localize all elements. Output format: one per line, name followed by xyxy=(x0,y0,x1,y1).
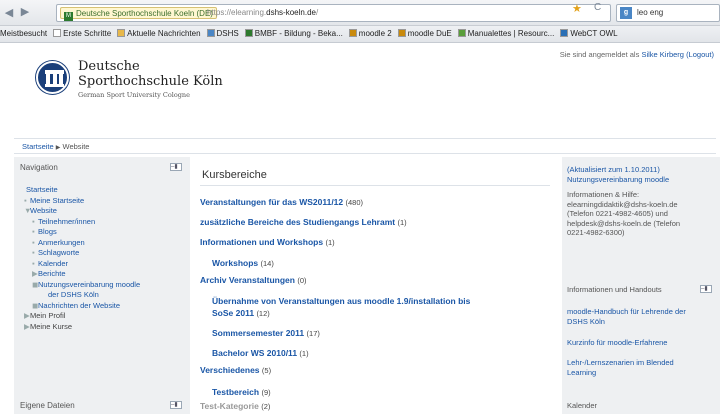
nav-item-anmerkungen[interactable]: ▪ Anmerkungen xyxy=(20,238,188,249)
nav-item-nachrichten-der-website[interactable]: ◼Nachrichten der Website xyxy=(20,301,188,312)
category-link[interactable]: Testbereich (9) xyxy=(212,387,271,397)
bookmark-moodle2[interactable]: moodle 2 xyxy=(348,26,392,42)
site-name: Deutsche Sporthochschule Köln xyxy=(78,59,223,89)
bookmark-icon xyxy=(560,29,569,37)
search-engine-icon[interactable]: g xyxy=(620,7,632,19)
address-bar[interactable]: M Deutsche Sporthochschule Koeln (DE) htt… xyxy=(56,4,611,22)
navigation-dock-button[interactable]: –▮ xyxy=(170,163,182,171)
category-link[interactable]: Archiv Veranstaltungen (0) xyxy=(200,275,307,285)
browser-toolbar: ◀ ▶ M Deutsche Sporthochschule Koeln (DE)… xyxy=(0,0,720,26)
category-link[interactable]: Test-Kategorie (2) xyxy=(200,401,270,411)
nav-item-schlagworte[interactable]: ▪ Schlagworte xyxy=(20,248,188,259)
bookmark-star-icon[interactable]: ★ xyxy=(572,2,582,15)
category-link[interactable]: Informationen und Workshops (1) xyxy=(200,237,335,247)
files-dock-button[interactable]: –▮ xyxy=(170,401,182,409)
handbook-link[interactable]: moodle-Handbuch für Lehrende der DSHS Kö… xyxy=(567,307,717,326)
category-link[interactable]: Sommersemester 2011 (17) xyxy=(212,328,320,338)
bookmark-news[interactable]: Aktuelle Nachrichten xyxy=(117,26,201,42)
bookmark-icon xyxy=(348,29,357,37)
site-identity-badge[interactable]: M Deutsche Sporthochschule Koeln (DE) xyxy=(60,7,217,21)
nav-item-der-dshs-k-ln[interactable]: der DSHS Köln xyxy=(20,290,188,301)
navigation-block-title: Navigation –▮ xyxy=(14,157,190,177)
site-header: Deutsche Sporthochschule Köln German Spo… xyxy=(14,43,720,138)
logout-link[interactable]: (Logout) xyxy=(686,50,714,59)
nav-item-startseite[interactable]: Startseite xyxy=(20,185,188,196)
bookmark-icon xyxy=(117,29,126,37)
forward-icon[interactable]: ▶ xyxy=(18,4,32,20)
site-favicon-icon: M xyxy=(64,12,73,21)
site-tagline: German Sport University Cologne xyxy=(78,91,190,99)
category-link[interactable]: Verschiedenes (5) xyxy=(200,365,271,375)
category-link[interactable]: SoSe 2011 (12) xyxy=(212,308,270,318)
bookmark-dshs[interactable]: DSHS xyxy=(206,26,239,42)
handouts-block-title: Informationen und Handouts xyxy=(567,285,662,294)
category-link[interactable]: Übernahme von Veranstaltungen aus moodle… xyxy=(212,296,470,306)
url-text: https://elearning.dshs-koeln.de/ xyxy=(207,8,319,17)
bookmark-manualettes[interactable]: Manualettes | Resourc... xyxy=(457,26,554,42)
reload-icon[interactable]: C xyxy=(594,2,601,13)
right-column: (Aktualisiert zum 1.10.2011) Nutzungsver… xyxy=(562,157,720,414)
bookmark-most-visited[interactable]: Meistbesucht xyxy=(0,26,47,42)
files-block-title: Eigene Dateien –▮ xyxy=(14,395,190,415)
bookmark-bmbf[interactable]: BMBF - Bildung - Beka... xyxy=(244,26,343,42)
usage-agreement-link[interactable]: (Aktualisiert zum 1.10.2011) Nutzungsver… xyxy=(567,165,717,184)
nav-item-meine-kurse[interactable]: ▶Meine Kurse xyxy=(20,322,188,333)
navigation-tree: Startseite ▪ Meine Startseite ▼Website ▪ Teil… xyxy=(20,185,188,332)
handouts-dock-button[interactable]: –▮ xyxy=(700,285,712,293)
bookmarks-bar: Meistbesucht Erste Schritte Aktuelle Nachr… xyxy=(0,26,720,43)
bookmark-webct-owl[interactable]: WebCT OWL xyxy=(560,26,618,42)
quickinfo-link[interactable]: Kurzinfo für moodle-Erfahrene xyxy=(567,338,717,348)
university-logo-icon[interactable] xyxy=(36,61,69,94)
blended-learning-link[interactable]: Lehr-/Lernszenarien im Blended Learning xyxy=(567,358,717,377)
bookmark-icon xyxy=(457,29,466,37)
category-link[interactable]: Veranstaltungen für das WS2011/12 (480) xyxy=(200,197,363,207)
nav-item-website[interactable]: ▼Website xyxy=(20,206,188,217)
login-info: Sie sind angemeldet als Silke Kirberg (L… xyxy=(559,50,714,59)
bookmark-moodle-due[interactable]: moodle DuE xyxy=(397,26,452,42)
moodle-page: Deutsche Sporthochschule Köln German Spo… xyxy=(0,43,720,414)
main-content: Kursbereiche Veranstaltungen für das WS2… xyxy=(190,157,562,414)
bookmark-icon xyxy=(206,29,215,37)
bookmark-icon xyxy=(53,29,62,37)
category-link[interactable]: zusätzliche Bereiche des Studiengangs Le… xyxy=(200,217,407,227)
breadcrumb-home[interactable]: Startseite xyxy=(22,142,54,151)
search-input[interactable]: g leo eng xyxy=(616,4,720,22)
page-title: Kursbereiche xyxy=(202,169,267,181)
category-link[interactable]: Bachelor WS 2010/11 (1) xyxy=(212,348,309,358)
bookmark-icon xyxy=(397,29,406,37)
nav-item-berichte[interactable]: ▶Berichte xyxy=(20,269,188,280)
nav-item-mein-profil[interactable]: ▶Mein Profil xyxy=(20,311,188,322)
nav-item-nutzungsvereinbarung-moodle[interactable]: ◼Nutzungsvereinbarung moodle xyxy=(20,280,188,291)
category-link[interactable]: Workshops (14) xyxy=(212,258,274,268)
calendar-block-title: Kalender xyxy=(567,401,598,410)
user-profile-link[interactable]: Silke Kirberg xyxy=(641,50,684,59)
breadcrumb: Startseite ▶ Website xyxy=(14,138,716,154)
nav-item-meine-startseite[interactable]: ▪ Meine Startseite xyxy=(20,196,188,207)
bookmark-first-steps[interactable]: Erste Schritte xyxy=(53,26,111,42)
back-icon[interactable]: ◀ xyxy=(2,5,16,21)
left-column: Navigation –▮ Startseite ▪ Meine Startseit… xyxy=(14,157,190,414)
nav-item-teilnehmer-innen[interactable]: ▪ Teilnehmer/innen xyxy=(20,217,188,228)
nav-item-blogs[interactable]: ▪ Blogs xyxy=(20,227,188,238)
bookmark-icon xyxy=(244,29,253,37)
nav-item-kalender[interactable]: ▪ Kalender xyxy=(20,259,188,270)
help-contact-text: Informationen & Hilfe: elearningdidaktik… xyxy=(567,190,681,237)
